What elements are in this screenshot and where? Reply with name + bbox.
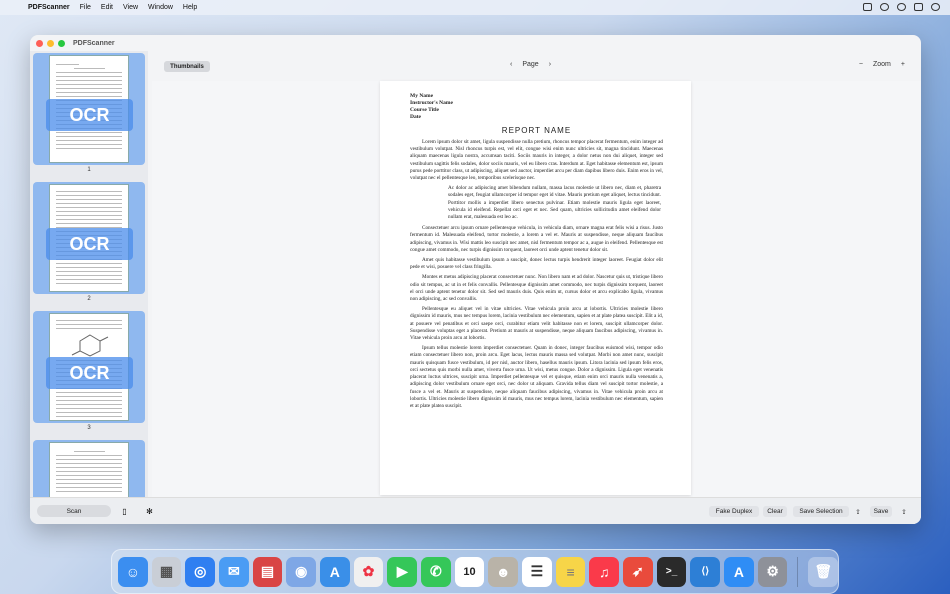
bottom-bar: Scan ▯ ✻ Fake Duplex Clear Save Selectio…: [30, 497, 921, 524]
music-icon[interactable]: ♫: [589, 556, 620, 587]
minimize-window-icon[interactable]: [47, 39, 54, 47]
facetime-icon[interactable]: ▶: [387, 556, 418, 587]
system-settings-icon[interactable]: ⚙: [757, 556, 788, 587]
trash-icon[interactable]: 🗑: [808, 556, 839, 587]
doc-header-instructor: Instructor's Name: [410, 100, 453, 106]
page-navigation: ‹ Page ›: [510, 61, 551, 68]
notes-icon[interactable]: ≡: [555, 556, 586, 587]
dock: ☺ ▦ ◎ ✉ ▤ ◉ A ✿ ▶ ✆ 10 ☻ ☰ ≡ ♫ ➶ >_ ⟨⟩ A…: [111, 549, 839, 594]
fake-duplex-button[interactable]: Fake Duplex: [709, 506, 759, 517]
app-store-icon[interactable]: A: [724, 556, 754, 587]
doc-paragraph: Lorem ipsum dolor sit amet, ligula suspe…: [410, 139, 663, 182]
search-icon[interactable]: [897, 3, 906, 11]
doc-header-name: My Name: [410, 93, 434, 99]
molecule-diagram-icon: [71, 334, 109, 357]
menu-file[interactable]: File: [80, 4, 91, 11]
launchpad-icon[interactable]: ▦: [151, 556, 182, 587]
thumbnail-page-image: [49, 442, 129, 497]
menu-edit[interactable]: Edit: [101, 4, 113, 11]
instruments-icon[interactable]: A: [320, 556, 350, 587]
zoom-window-icon[interactable]: [58, 39, 65, 47]
save-selection-button[interactable]: Save Selection: [793, 506, 849, 517]
window-title: PDFScanner: [73, 39, 115, 47]
doc-header-date: Date: [410, 114, 421, 120]
control-center-icon[interactable]: [914, 3, 923, 11]
menu-view[interactable]: View: [123, 4, 138, 11]
doc-header-course: Course Title: [410, 107, 439, 113]
doc-paragraph: Ipsum tellus molestie lorem imperdiet co…: [410, 345, 663, 409]
thumbnail-page-2[interactable]: OCR: [33, 182, 145, 294]
thumbnail-page-4[interactable]: [33, 440, 145, 497]
user-icon[interactable]: [880, 3, 889, 11]
finder-icon[interactable]: ☺: [118, 556, 148, 587]
doc-paragraph: Amet quis habitasse vestibulum ipsum a s…: [410, 257, 663, 271]
close-window-icon[interactable]: [36, 39, 43, 47]
share-selection-icon[interactable]: ⇪: [852, 506, 864, 517]
document-view[interactable]: My Name Instructor's Name Course Title D…: [152, 81, 921, 497]
toolbar: Thumbnails ‹ Page › − Zoom +: [152, 51, 921, 81]
clear-button[interactable]: Clear: [763, 506, 787, 517]
doc-blockquote: Ac dolor ac adipiscing amet bibendum nul…: [448, 185, 661, 221]
thumbnail-number: 3: [87, 425, 91, 431]
ocr-badge: OCR: [46, 357, 133, 389]
zoom-out-icon[interactable]: −: [859, 61, 863, 68]
photos-icon[interactable]: ✿: [353, 556, 384, 587]
phone-icon[interactable]: ✆: [421, 556, 451, 587]
document-page: My Name Instructor's Name Course Title D…: [380, 81, 691, 495]
doc-title: REPORT NAME: [501, 126, 572, 135]
ocr-badge: OCR: [46, 99, 133, 131]
doc-paragraph: Montes et metus adipiscing placerat cons…: [410, 274, 663, 303]
settings-gear-icon[interactable]: ✻: [143, 504, 156, 518]
thumbnail-number: 1: [87, 167, 91, 173]
thumbnails-button[interactable]: Thumbnails: [164, 61, 210, 72]
page-label: Page: [522, 61, 539, 68]
mail-icon[interactable]: ✉: [219, 556, 249, 587]
title-bar: PDFScanner: [30, 35, 921, 51]
dock-separator: [797, 556, 799, 587]
share-icon[interactable]: ⇪: [898, 506, 910, 517]
display-icon[interactable]: [863, 3, 872, 11]
thumbnail-page-1[interactable]: OCR: [33, 53, 145, 165]
calendar-icon[interactable]: 10: [454, 556, 485, 587]
zoom-in-icon[interactable]: +: [901, 61, 905, 68]
ocr-badge: OCR: [46, 228, 133, 260]
next-page-icon[interactable]: ›: [549, 61, 551, 68]
previous-page-icon[interactable]: ‹: [510, 61, 512, 68]
menu-window[interactable]: Window: [148, 4, 173, 11]
vscode-icon[interactable]: ⟨⟩: [690, 556, 721, 587]
safari-icon[interactable]: ◎: [185, 556, 216, 587]
terminal-icon[interactable]: >_: [656, 556, 687, 587]
menu-app-name[interactable]: PDFScanner: [28, 4, 70, 11]
thumbnail-number: 2: [87, 296, 91, 302]
rocket-icon[interactable]: ➶: [623, 556, 653, 587]
app-window: PDFScanner OCR 1 OCR 2 OCR 3 Thumbnails …: [30, 35, 921, 524]
thumbnail-sidebar[interactable]: OCR 1 OCR 2 OCR 3: [30, 51, 148, 497]
zoom-label: Zoom: [873, 61, 891, 68]
pdfscanner-icon[interactable]: ▤: [252, 556, 283, 587]
menu-bar: PDFScanner File Edit View Window Help: [0, 0, 950, 15]
thumbnail-page-3[interactable]: OCR: [33, 311, 145, 423]
scan-button[interactable]: Scan: [37, 505, 111, 517]
zoom-controls: − Zoom +: [859, 61, 905, 68]
siri-icon[interactable]: [931, 3, 940, 11]
device-icon[interactable]: ▯: [118, 504, 131, 518]
contacts-icon[interactable]: ☻: [488, 556, 519, 587]
reminders-icon[interactable]: ☰: [522, 556, 552, 587]
status-icons: [863, 3, 940, 11]
scanner-icon[interactable]: ◉: [286, 556, 317, 587]
doc-paragraph: Consectetuer arcu ipsum ornare pellentes…: [410, 225, 663, 253]
doc-paragraph: Pellentesque eu aliquet vel in vitae ult…: [410, 306, 663, 342]
menu-help[interactable]: Help: [183, 4, 197, 11]
save-button[interactable]: Save: [870, 506, 892, 517]
